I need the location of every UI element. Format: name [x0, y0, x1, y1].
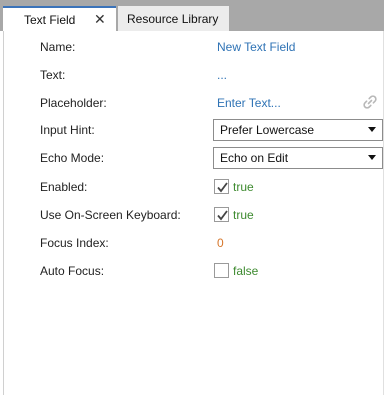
input-hint-value: Prefer Lowercase: [220, 123, 315, 137]
tab-resource-library[interactable]: Resource Library: [118, 6, 229, 31]
auto-focus-checkbox[interactable]: [214, 263, 229, 278]
checkmark-icon: [217, 210, 228, 221]
echo-mode-select[interactable]: Echo on Edit: [213, 147, 383, 169]
onscreen-keyboard-checkbox[interactable]: [214, 207, 229, 222]
enabled-checkbox[interactable]: [214, 179, 229, 194]
onscreen-keyboard-label: Use On-Screen Keyboard:: [40, 208, 181, 222]
focus-index-value[interactable]: 0: [217, 236, 224, 250]
dropdown-arrow-icon: [368, 127, 376, 132]
dropdown-arrow-icon: [368, 155, 376, 160]
placeholder-label: Placeholder:: [40, 96, 107, 110]
tab-text-field[interactable]: Text Field ✕: [3, 6, 116, 31]
auto-focus-value: false: [233, 264, 259, 278]
property-row-focus-index: Focus Index: 0: [0, 232, 384, 254]
input-hint-label: Input Hint:: [40, 123, 95, 137]
property-row-onscreen-keyboard: Use On-Screen Keyboard: true: [0, 204, 384, 226]
name-label: Name:: [40, 40, 76, 54]
text-value[interactable]: ...: [217, 68, 227, 82]
property-row-placeholder: Placeholder: Enter Text...: [0, 92, 384, 114]
enabled-value: true: [233, 180, 254, 194]
link-icon[interactable]: [362, 94, 378, 113]
echo-mode-value: Echo on Edit: [220, 151, 289, 165]
tab-label: Text Field: [24, 12, 76, 27]
checkmark-icon: [217, 182, 228, 193]
close-icon[interactable]: ✕: [94, 9, 106, 29]
enabled-label: Enabled:: [40, 180, 88, 194]
name-value[interactable]: New Text Field: [217, 40, 295, 54]
tab-label: Resource Library: [127, 11, 219, 26]
property-row-input-hint: Input Hint: Prefer Lowercase: [0, 119, 384, 141]
property-row-auto-focus: Auto Focus: false: [0, 260, 384, 282]
property-row-enabled: Enabled: true: [0, 176, 384, 198]
tab-bar: Text Field ✕ Resource Library: [0, 0, 384, 31]
focus-index-label: Focus Index:: [40, 236, 109, 250]
auto-focus-label: Auto Focus:: [40, 264, 105, 278]
onscreen-keyboard-value: true: [233, 208, 254, 222]
placeholder-value[interactable]: Enter Text...: [217, 96, 281, 110]
text-label: Text:: [40, 68, 66, 82]
echo-mode-label: Echo Mode:: [40, 151, 105, 165]
property-row-echo-mode: Echo Mode: Echo on Edit: [0, 147, 384, 169]
property-row-name: Name: New Text Field: [0, 36, 384, 58]
property-row-text: Text: ...: [0, 64, 384, 86]
input-hint-select[interactable]: Prefer Lowercase: [213, 119, 383, 141]
